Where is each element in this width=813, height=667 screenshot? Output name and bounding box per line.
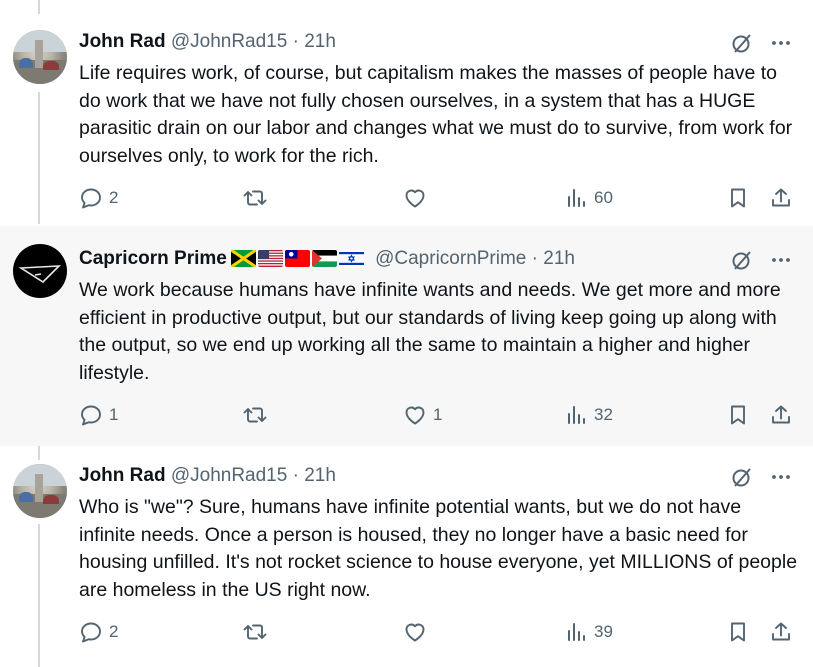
bookmark-button[interactable] xyxy=(727,403,749,427)
share-button[interactable] xyxy=(769,186,793,210)
tweet-1[interactable]: John Rad @JohnRad15 · 21h Life requires … xyxy=(0,0,813,226)
more-icon[interactable] xyxy=(771,467,791,487)
share-icon xyxy=(769,403,793,427)
reply-button[interactable]: 2 xyxy=(79,186,118,210)
handle[interactable]: @CapricornPrime xyxy=(375,248,526,269)
like-icon xyxy=(403,186,427,210)
avatar[interactable] xyxy=(13,244,67,298)
retweet-icon xyxy=(242,620,268,644)
views-icon xyxy=(566,403,588,427)
tweet-2[interactable]: Capricorn Prime @CapricornPrime · 21h We… xyxy=(0,226,813,446)
handle[interactable]: @JohnRad15 xyxy=(171,465,287,486)
retweet-button[interactable] xyxy=(242,186,268,210)
grok-icon[interactable] xyxy=(731,32,753,54)
avatar[interactable] xyxy=(13,30,67,84)
views-count: 60 xyxy=(594,188,613,207)
display-name[interactable]: John Rad xyxy=(79,465,166,486)
palestine-flag xyxy=(311,250,337,267)
handle[interactable]: @JohnRad15 xyxy=(171,31,287,52)
share-button[interactable] xyxy=(769,403,793,427)
reply-button[interactable]: 2 xyxy=(79,620,118,644)
views-button[interactable]: 32 xyxy=(566,403,613,427)
flag-emojis xyxy=(230,250,366,274)
retweet-icon xyxy=(242,186,268,210)
tweet-3[interactable]: John Rad @JohnRad15 · 21h Who is "we"? S… xyxy=(0,446,813,667)
share-icon xyxy=(769,186,793,210)
grok-icon[interactable] xyxy=(731,249,753,271)
views-icon xyxy=(566,620,588,644)
bookmark-icon xyxy=(727,403,749,427)
tweet-text: Life requires work, of course, but capit… xyxy=(79,62,793,167)
reply-icon xyxy=(79,186,103,210)
jamaica-flag xyxy=(230,250,256,267)
like-button[interactable]: 1 xyxy=(403,403,442,427)
display-name[interactable]: John Rad xyxy=(79,31,166,52)
views-count: 32 xyxy=(594,405,613,424)
reply-icon xyxy=(79,403,103,427)
retweet-button[interactable] xyxy=(242,403,268,427)
like-icon xyxy=(403,403,427,427)
like-button[interactable] xyxy=(403,620,427,644)
reply-count: 2 xyxy=(109,188,119,207)
like-icon xyxy=(403,620,427,644)
share-icon xyxy=(769,620,793,644)
timestamp[interactable]: · 21h xyxy=(293,465,336,486)
israel-flag xyxy=(338,250,364,267)
timestamp[interactable]: · 21h xyxy=(532,248,575,269)
bookmark-icon xyxy=(727,620,749,644)
like-count: 1 xyxy=(433,405,443,424)
views-icon xyxy=(566,186,588,210)
retweet-icon xyxy=(242,403,268,427)
more-icon[interactable] xyxy=(771,250,791,270)
like-button[interactable] xyxy=(403,186,427,210)
usa-flag xyxy=(257,250,283,267)
share-button[interactable] xyxy=(769,620,793,644)
taiwan-flag xyxy=(284,250,310,267)
reply-count: 1 xyxy=(109,405,119,424)
reply-button[interactable]: 1 xyxy=(79,403,118,427)
views-button[interactable]: 39 xyxy=(566,620,613,644)
timestamp[interactable]: · 21h xyxy=(293,31,336,52)
reply-icon xyxy=(79,620,103,644)
bookmark-button[interactable] xyxy=(727,186,749,210)
bookmark-button[interactable] xyxy=(727,620,749,644)
tweet-text: We work because humans have infinite wan… xyxy=(79,279,781,384)
more-icon[interactable] xyxy=(771,33,791,53)
views-button[interactable]: 60 xyxy=(566,186,613,210)
avatar[interactable] xyxy=(13,464,67,518)
grok-icon[interactable] xyxy=(731,466,753,488)
tweet-text: Who is "we"? Sure, humans have infinite … xyxy=(79,496,798,601)
reply-count: 2 xyxy=(109,622,119,641)
retweet-button[interactable] xyxy=(242,620,268,644)
bookmark-icon xyxy=(727,186,749,210)
display-name[interactable]: Capricorn Prime xyxy=(79,248,227,269)
views-count: 39 xyxy=(594,622,613,641)
